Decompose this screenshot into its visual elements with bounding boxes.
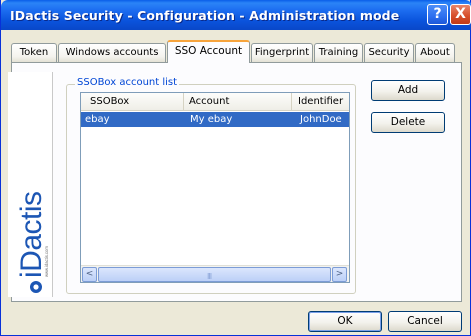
scroll-thumb[interactable]: III (98, 267, 331, 282)
cancel-button[interactable]: Cancel (388, 311, 462, 332)
scroll-right-icon[interactable]: > (332, 267, 347, 282)
help-icon[interactable]: ? (427, 4, 448, 25)
window-title: IDactis Security - Configuration - Admin… (10, 8, 400, 23)
tab-windows-accounts[interactable]: Windows accounts (58, 43, 166, 62)
column-header-identifier[interactable]: Identifier (292, 93, 349, 111)
tab-fingerprint[interactable]: Fingerprint (251, 43, 313, 62)
tab-sso-account[interactable]: SSO Account (167, 40, 250, 63)
scroll-left-icon[interactable]: < (82, 267, 97, 282)
ok-button[interactable]: OK (308, 311, 382, 332)
tab-security[interactable]: Security (364, 43, 414, 62)
horizontal-scrollbar[interactable]: < III > (81, 265, 349, 282)
configuration-window: IDactis Security - Configuration - Admin… (0, 0, 471, 336)
list-header: SSOBox Account Identifier (81, 93, 349, 111)
sso-account-list[interactable]: SSOBox Account Identifier ebay My ebay J… (80, 92, 350, 283)
logo-url: www.idactis.com (44, 246, 49, 277)
close-icon[interactable]: X (450, 4, 471, 25)
cell-identifier: JohnDoe (300, 114, 342, 125)
delete-button[interactable]: Delete (371, 112, 445, 133)
scroll-grip-icon: III (207, 272, 212, 281)
cell-account: My ebay (190, 114, 233, 125)
table-row[interactable]: ebay My ebay JohnDoe (81, 112, 349, 127)
group-label: SSOBox account list (75, 77, 180, 88)
tab-token[interactable]: Token (11, 43, 57, 62)
column-header-account[interactable]: Account (184, 93, 292, 111)
column-header-ssobox[interactable]: SSOBox (81, 93, 184, 111)
tab-about[interactable]: About (415, 43, 455, 62)
idactis-logo: iDactis www.idactis.com (15, 191, 49, 293)
tab-training[interactable]: Training (314, 43, 363, 62)
add-button[interactable]: Add (371, 80, 445, 101)
title-bar[interactable]: IDactis Security - Configuration - Admin… (1, 0, 471, 30)
logo-sidebar: iDactis www.idactis.com (8, 72, 53, 297)
cell-ssobox: ebay (85, 114, 110, 125)
